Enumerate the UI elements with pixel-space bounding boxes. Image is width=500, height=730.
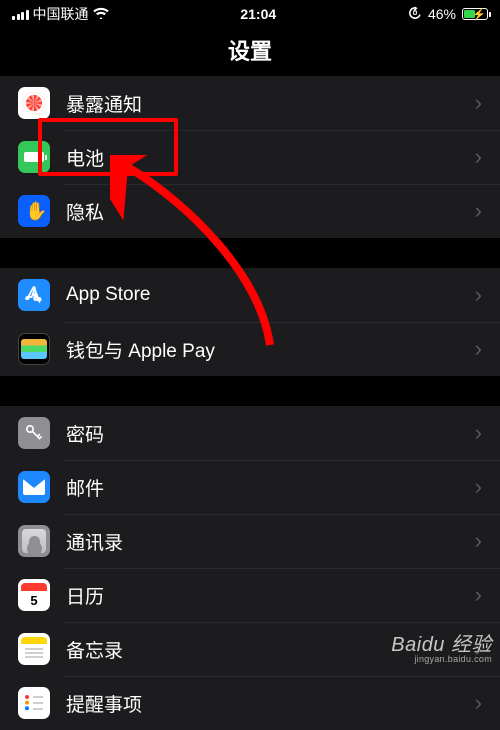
settings-group-2: App Store › 钱包与 Apple Pay ›: [0, 268, 500, 376]
row-label: 邮件: [66, 474, 475, 501]
row-label: 提醒事项: [66, 690, 475, 717]
chevron-right-icon: ›: [475, 582, 482, 608]
row-calendar[interactable]: 日历 ›: [0, 568, 500, 622]
chevron-right-icon: ›: [475, 282, 482, 308]
row-label: App Store: [66, 284, 475, 306]
mail-icon: [18, 471, 50, 503]
calendar-icon: [18, 579, 50, 611]
reminders-icon: [18, 687, 50, 719]
row-exposure-notifications[interactable]: 暴露通知 ›: [0, 76, 500, 130]
watermark: Baidu 经验 jingyan.baidu.com: [391, 635, 492, 664]
chevron-right-icon: ›: [475, 144, 482, 170]
contacts-icon: [18, 525, 50, 557]
chevron-right-icon: ›: [475, 336, 482, 362]
row-label: 钱包与 Apple Pay: [66, 336, 475, 363]
group-spacer: [0, 238, 500, 268]
wallet-icon: [18, 333, 50, 365]
row-label: 密码: [66, 420, 475, 447]
row-label: 暴露通知: [66, 90, 475, 117]
exposure-icon: [18, 87, 50, 119]
chevron-right-icon: ›: [475, 420, 482, 446]
status-bar: 中国联通 21:04 46% ⚡: [0, 0, 500, 28]
battery-settings-icon: [18, 141, 50, 173]
wifi-icon: [93, 6, 109, 22]
chevron-right-icon: ›: [475, 90, 482, 116]
settings-screen: 中国联通 21:04 46% ⚡ 设置 暴露通知 › 电池 › ✋: [0, 0, 500, 668]
settings-group-3: 密码 › 邮件 › 通讯录 › 日历 › 备忘录 › 提醒事项 ›: [0, 406, 500, 730]
row-app-store[interactable]: App Store ›: [0, 268, 500, 322]
status-right: 46% ⚡: [408, 6, 488, 23]
row-wallet[interactable]: 钱包与 Apple Pay ›: [0, 322, 500, 376]
row-passwords[interactable]: 密码 ›: [0, 406, 500, 460]
row-contacts[interactable]: 通讯录 ›: [0, 514, 500, 568]
chevron-right-icon: ›: [475, 528, 482, 554]
status-left: 中国联通: [12, 4, 109, 24]
app-store-icon: [18, 279, 50, 311]
chevron-right-icon: ›: [475, 474, 482, 500]
carrier-label: 中国联通: [33, 4, 89, 24]
page-title: 设置: [0, 28, 500, 76]
settings-group-1: 暴露通知 › 电池 › ✋ 隐私 ›: [0, 76, 500, 238]
group-spacer: [0, 376, 500, 406]
notes-icon: [18, 633, 50, 665]
passwords-icon: [18, 417, 50, 449]
rotation-lock-icon: [408, 6, 422, 23]
row-label: 电池: [66, 144, 475, 171]
chevron-right-icon: ›: [475, 198, 482, 224]
chevron-right-icon: ›: [475, 690, 482, 716]
cellular-signal-icon: [12, 9, 29, 20]
battery-percentage: 46%: [428, 6, 456, 22]
privacy-icon: ✋: [18, 195, 50, 227]
row-reminders[interactable]: 提醒事项 ›: [0, 676, 500, 730]
watermark-brand: Baidu 经验: [391, 634, 492, 656]
row-label: 隐私: [66, 198, 475, 225]
battery-icon: ⚡: [462, 8, 488, 20]
row-label: 日历: [66, 582, 475, 609]
clock: 21:04: [240, 6, 276, 22]
row-mail[interactable]: 邮件 ›: [0, 460, 500, 514]
row-label: 通讯录: [66, 528, 475, 555]
row-battery[interactable]: 电池 ›: [0, 130, 500, 184]
row-privacy[interactable]: ✋ 隐私 ›: [0, 184, 500, 238]
watermark-url: jingyan.baidu.com: [391, 655, 492, 664]
